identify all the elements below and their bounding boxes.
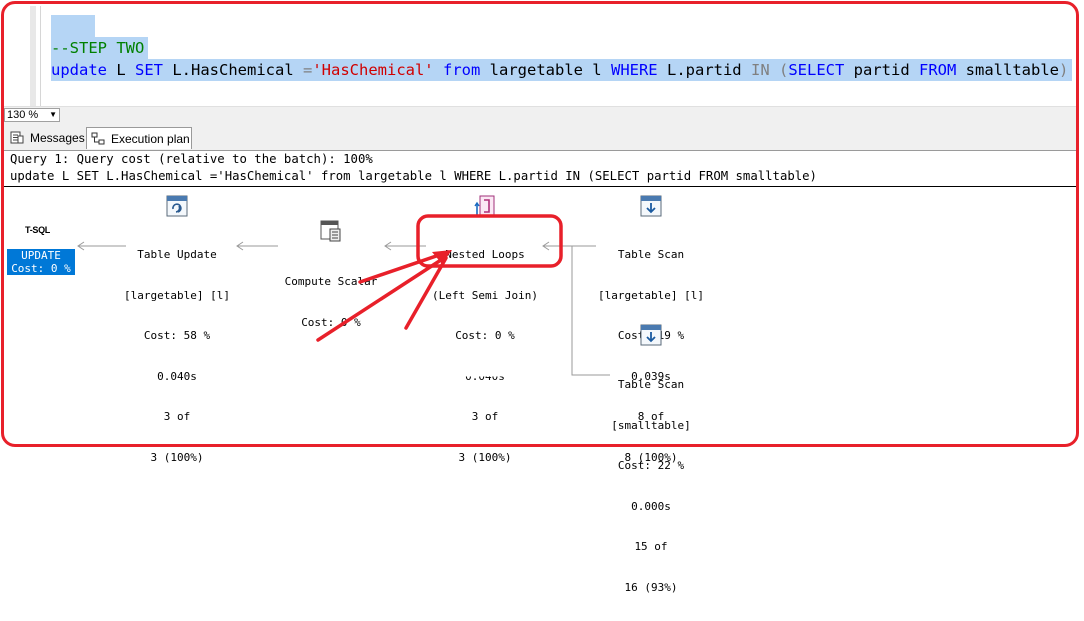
code-column: L.HasChemical bbox=[163, 61, 303, 79]
kw-from2: FROM bbox=[919, 61, 957, 79]
op-estimate: 16 (93%) bbox=[624, 580, 678, 594]
op-object: [largetable] [l] bbox=[598, 288, 704, 302]
code-table-small: smalltable bbox=[956, 61, 1059, 79]
op-object: [smalltable] bbox=[611, 418, 691, 432]
op-name: Compute Scalar bbox=[284, 275, 378, 288]
editor-margin-line bbox=[40, 6, 41, 106]
op-object: [largetable] [l] bbox=[124, 288, 230, 302]
code-statement-line: update L SET L.HasChemical ='HasChemical… bbox=[51, 59, 1073, 81]
zoom-bar: 130 % ▼ bbox=[4, 106, 1078, 123]
tab-messages-label: Messages bbox=[30, 131, 85, 145]
zoom-value: 130 % bbox=[7, 109, 39, 121]
code-string: 'HasChemical' bbox=[312, 61, 434, 79]
query-cost-line: Query 1: Query cost (relative to the bat… bbox=[10, 152, 373, 166]
table-update-operator[interactable]: Table Update [largetable] [l] Cost: 58 %… bbox=[118, 221, 236, 491]
code-column-partid: L.partid bbox=[657, 61, 751, 79]
op-name: Table Scan bbox=[617, 378, 685, 391]
op-cost: Cost: 22 % bbox=[617, 459, 685, 472]
update-op-cost: Cost: 0 % bbox=[11, 262, 71, 275]
execution-plan-icon bbox=[91, 132, 105, 145]
op-time: 0.040s bbox=[465, 369, 505, 383]
execution-plan-canvas[interactable]: T-SQL UPDATE Cost: 0 % Table Update [lar… bbox=[0, 187, 1084, 594]
table-scan-large-icon[interactable] bbox=[640, 195, 662, 217]
tab-execution-plan-label: Execution plan bbox=[111, 132, 190, 146]
kw-where: WHERE bbox=[610, 61, 658, 79]
tsql-label: T-SQL bbox=[25, 225, 50, 235]
code-paren-close: ) bbox=[1058, 61, 1069, 79]
kw-set: SET bbox=[135, 61, 163, 79]
code-operator: = bbox=[302, 61, 313, 79]
compute-scalar-operator[interactable]: Compute Scalar Cost: 0 % bbox=[280, 248, 382, 356]
compute-scalar-icon[interactable] bbox=[320, 220, 342, 242]
op-cost: Cost: 58 % bbox=[143, 329, 211, 342]
code-paren-open: ( bbox=[779, 61, 789, 79]
table-scan-small-operator[interactable]: Table Scan [smalltable] Cost: 22 % 0.000… bbox=[592, 351, 710, 621]
query-editor[interactable]: --STEP TWO update L SET L.HasChemical ='… bbox=[6, 6, 1078, 106]
op-rows: 3 of bbox=[163, 410, 191, 423]
op-name: Nested Loops bbox=[445, 248, 525, 261]
plan-header: Query 1: Query cost (relative to the bat… bbox=[10, 151, 817, 185]
code-alias: L bbox=[107, 61, 135, 79]
code-comment-line: --STEP TWO bbox=[51, 37, 149, 59]
kw-select: SELECT bbox=[788, 61, 845, 79]
tab-execution-plan[interactable]: Execution plan bbox=[86, 127, 192, 149]
selection-highlight bbox=[51, 15, 95, 37]
tab-messages[interactable]: Messages bbox=[6, 127, 85, 149]
op-name: Table Scan bbox=[617, 248, 685, 261]
op-cost: Cost: 0 % bbox=[455, 329, 515, 342]
op-rows: 3 of bbox=[471, 410, 499, 423]
nested-loops-icon[interactable] bbox=[474, 195, 496, 217]
op-rows: 15 of bbox=[634, 540, 668, 553]
op-name: Table Update bbox=[137, 248, 217, 261]
kw-from: from bbox=[443, 61, 481, 79]
table-scan-small-icon[interactable] bbox=[640, 324, 662, 346]
zoom-dropdown[interactable]: 130 % ▼ bbox=[4, 108, 60, 122]
chevron-down-icon[interactable]: ▼ bbox=[49, 109, 57, 121]
code-column-partid2: partid bbox=[844, 61, 919, 79]
messages-icon bbox=[10, 131, 24, 144]
op-time: 0.000s bbox=[631, 499, 671, 513]
table-update-icon[interactable] bbox=[166, 195, 188, 217]
op-join-type: (Left Semi Join) bbox=[432, 288, 538, 302]
op-time: 0.040s bbox=[157, 369, 197, 383]
update-operator[interactable]: UPDATE Cost: 0 % bbox=[7, 249, 75, 275]
code-table: largetable l bbox=[480, 61, 611, 79]
nested-loops-operator[interactable]: Nested Loops (Left Semi Join) Cost: 0 % … bbox=[426, 221, 544, 491]
query-text-line: update L SET L.HasChemical ='HasChemical… bbox=[10, 169, 817, 183]
editor-gutter bbox=[30, 6, 36, 106]
results-tabstrip: Messages Execution plan bbox=[4, 122, 1078, 151]
kw-update: update bbox=[51, 61, 107, 79]
update-op-name: UPDATE bbox=[21, 249, 61, 262]
op-cost: Cost: 0 % bbox=[301, 315, 361, 329]
kw-in: IN bbox=[750, 61, 770, 79]
